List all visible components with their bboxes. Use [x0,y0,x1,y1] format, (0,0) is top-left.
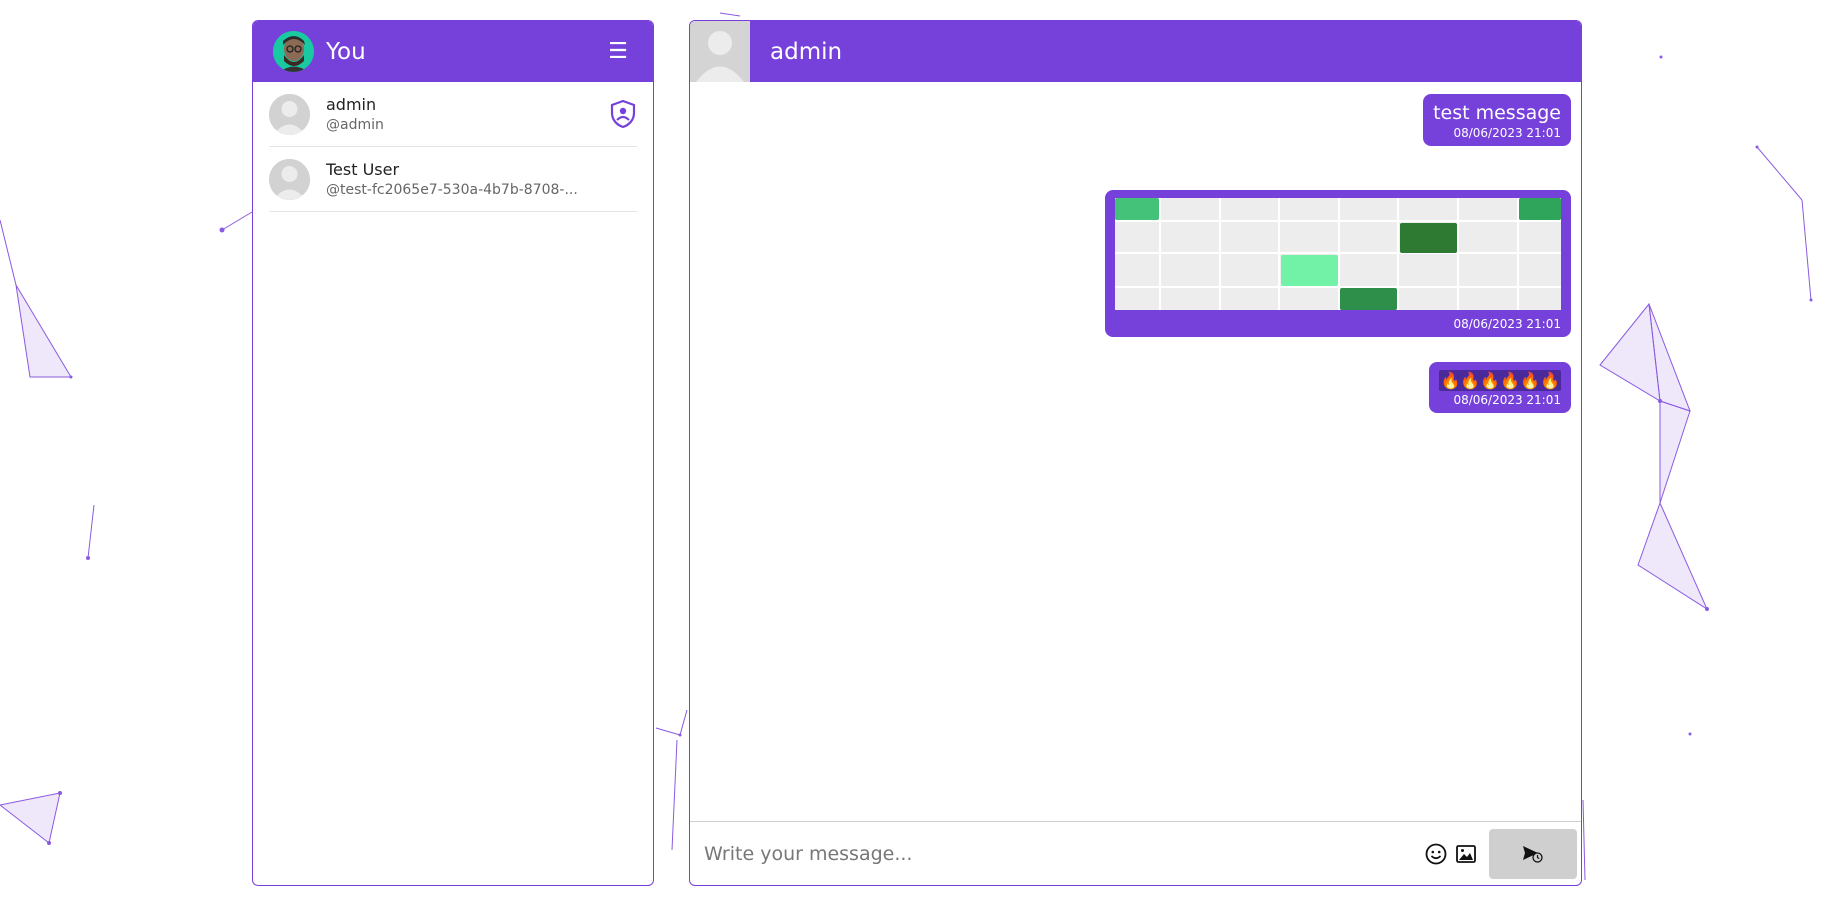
sidebar-title: You [326,38,366,65]
my-avatar[interactable] [273,31,314,72]
send-icon [1523,845,1543,863]
message-composer [690,821,1581,885]
image-icon[interactable] [1451,839,1481,869]
contacts-sidebar: You ☰ admin @admin Test User @test-fc206… [252,20,654,886]
message-bubble-emoji[interactable]: 🔥🔥🔥🔥🔥🔥 08/06/2023 21:01 [1429,362,1571,413]
message-timestamp: 08/06/2023 21:01 [1453,317,1561,331]
avatar [269,93,310,135]
contact-name: Test User [326,160,400,179]
chat-avatar[interactable] [690,21,750,82]
user-portrait-icon [273,31,314,72]
default-user-icon [690,21,750,82]
message-bubble-image[interactable]: 08/06/2023 21:01 [1105,190,1571,337]
contact-name: admin [326,95,377,114]
message-text: test message [1433,102,1561,124]
contact-item-admin[interactable]: admin @admin [269,82,637,147]
hamburger-icon[interactable]: ☰ [603,39,633,64]
message-bubble[interactable]: test message 08/06/2023 21:01 [1423,94,1571,146]
admin-shield-icon [609,99,637,133]
chat-header: admin [690,21,1581,82]
chat-title: admin [770,38,843,65]
contact-item-test-user[interactable]: Test User @test-fc2065e7-530a-4b7b-8708-… [269,147,637,212]
contact-handle: @admin [326,117,384,133]
message-list: test message 08/06/2023 21:01 08/06/2023… [690,82,1581,821]
smiley-icon[interactable] [1421,839,1451,869]
send-button[interactable] [1489,828,1577,879]
avatar [269,158,310,200]
message-text: 🔥🔥🔥🔥🔥🔥 [1440,371,1560,390]
default-user-icon [269,93,310,135]
chat-panel: admin test message 08/06/2023 21:01 08/0… [689,20,1582,886]
sidebar-header: You ☰ [253,21,653,82]
message-image[interactable] [1115,198,1561,310]
message-timestamp: 08/06/2023 21:01 [1453,126,1561,140]
contact-handle: @test-fc2065e7-530a-4b7b-8708-... [326,182,578,198]
message-input[interactable] [690,842,1421,865]
message-timestamp: 08/06/2023 21:01 [1453,393,1561,407]
emoji-content: 🔥🔥🔥🔥🔥🔥 [1439,370,1561,391]
default-user-icon [269,158,310,200]
